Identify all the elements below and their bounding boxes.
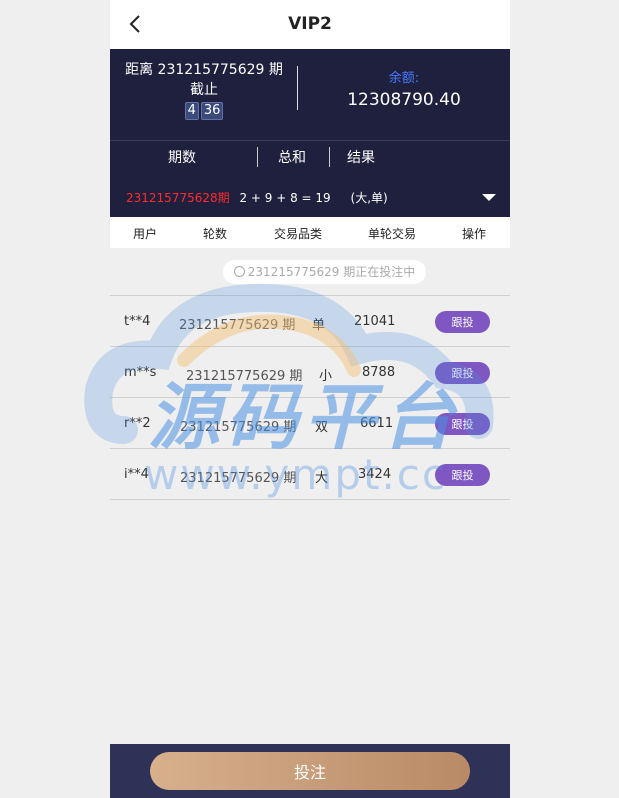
clock-icon bbox=[233, 266, 245, 277]
row-type: 双 bbox=[315, 420, 329, 435]
chevron-down-icon[interactable] bbox=[482, 194, 496, 201]
table-row: i**4 231215775629 期 大 3424 跟投 bbox=[110, 448, 510, 500]
bet-list: t**4 231215775629 期 单 21041 跟投 m**s 2312… bbox=[110, 295, 510, 500]
col-round: 轮数 bbox=[203, 227, 228, 241]
row-user: t**4 bbox=[124, 314, 151, 329]
balance: 余额: 12308790.40 bbox=[298, 67, 510, 110]
follow-bet-button[interactable]: 跟投 bbox=[435, 413, 490, 435]
last-period: 231215775628期 bbox=[126, 191, 230, 205]
divider bbox=[257, 147, 258, 167]
timer-seconds: 36 bbox=[200, 102, 224, 120]
page-title: VIP2 bbox=[288, 14, 332, 34]
row-user: m**s bbox=[124, 365, 157, 380]
table-row: t**4 231215775629 期 单 21041 跟投 bbox=[110, 295, 510, 346]
outcome: (大,单) bbox=[350, 191, 388, 205]
balance-value: 12308790.40 bbox=[347, 90, 461, 110]
result-header-outcome: 结果 bbox=[347, 150, 375, 166]
row-period: 231215775629 期 bbox=[180, 420, 297, 435]
table-header: 用户 轮数 交易品类 单轮交易 操作 bbox=[110, 217, 510, 248]
app-screen: VIP2 距离 231215775629 期 截止 4 36 余额: 123087… bbox=[110, 0, 510, 798]
row-amount: 8788 bbox=[362, 365, 396, 380]
table-row: m**s 231215775629 期 小 8788 跟投 bbox=[110, 346, 510, 397]
bottom-bar: 投注 bbox=[110, 744, 510, 798]
row-period: 231215775629 期 bbox=[180, 471, 297, 486]
col-type: 交易品类 bbox=[274, 227, 323, 241]
col-amount: 单轮交易 bbox=[368, 227, 417, 241]
follow-bet-button[interactable]: 跟投 bbox=[435, 362, 490, 384]
row-amount: 21041 bbox=[354, 314, 396, 329]
last-result-row: 231215775628期 2 + 9 + 8 = 19 (大,单) bbox=[126, 189, 388, 206]
info-panel: 距离 231215775629 期 截止 4 36 余额: 12308790.40 bbox=[110, 49, 510, 140]
row-period: 231215775629 期 bbox=[179, 318, 296, 333]
table-row: r**2 231215775629 期 双 6611 跟投 bbox=[110, 397, 510, 448]
status-badge: 231215775629 期正在投注中 bbox=[223, 260, 426, 284]
status-text: 231215775629 期正在投注中 bbox=[247, 265, 416, 279]
countdown: 距离 231215775629 期 截止 4 36 bbox=[110, 60, 298, 120]
last-result-bar[interactable]: 期数 总和 结果 231215775628期 2 + 9 + 8 = 19 (大… bbox=[110, 140, 510, 218]
col-user: 用户 bbox=[133, 227, 158, 241]
countdown-label: 截止 bbox=[190, 82, 218, 98]
result-header-sum: 总和 bbox=[278, 150, 306, 166]
row-amount: 3424 bbox=[358, 467, 392, 482]
col-action: 操作 bbox=[462, 227, 487, 241]
row-user: r**2 bbox=[124, 416, 151, 431]
top-bar: VIP2 bbox=[110, 0, 510, 49]
row-type: 单 bbox=[312, 318, 326, 333]
timer-minutes: 4 bbox=[184, 102, 199, 120]
divider bbox=[329, 147, 330, 167]
countdown-period: 距离 231215775629 期 bbox=[125, 62, 283, 78]
timer: 4 36 bbox=[110, 100, 298, 120]
row-user: i**4 bbox=[124, 467, 149, 482]
balance-label: 余额: bbox=[388, 71, 420, 86]
row-type: 小 bbox=[319, 369, 333, 384]
row-amount: 6611 bbox=[360, 416, 394, 431]
row-type: 大 bbox=[315, 471, 329, 486]
follow-bet-button[interactable]: 跟投 bbox=[435, 464, 490, 486]
place-bet-button[interactable]: 投注 bbox=[150, 752, 470, 790]
row-period: 231215775629 期 bbox=[186, 369, 303, 384]
result-header-period: 期数 bbox=[168, 150, 196, 166]
follow-bet-button[interactable]: 跟投 bbox=[435, 311, 490, 333]
sum-expression: 2 + 9 + 8 = 19 bbox=[239, 191, 331, 205]
